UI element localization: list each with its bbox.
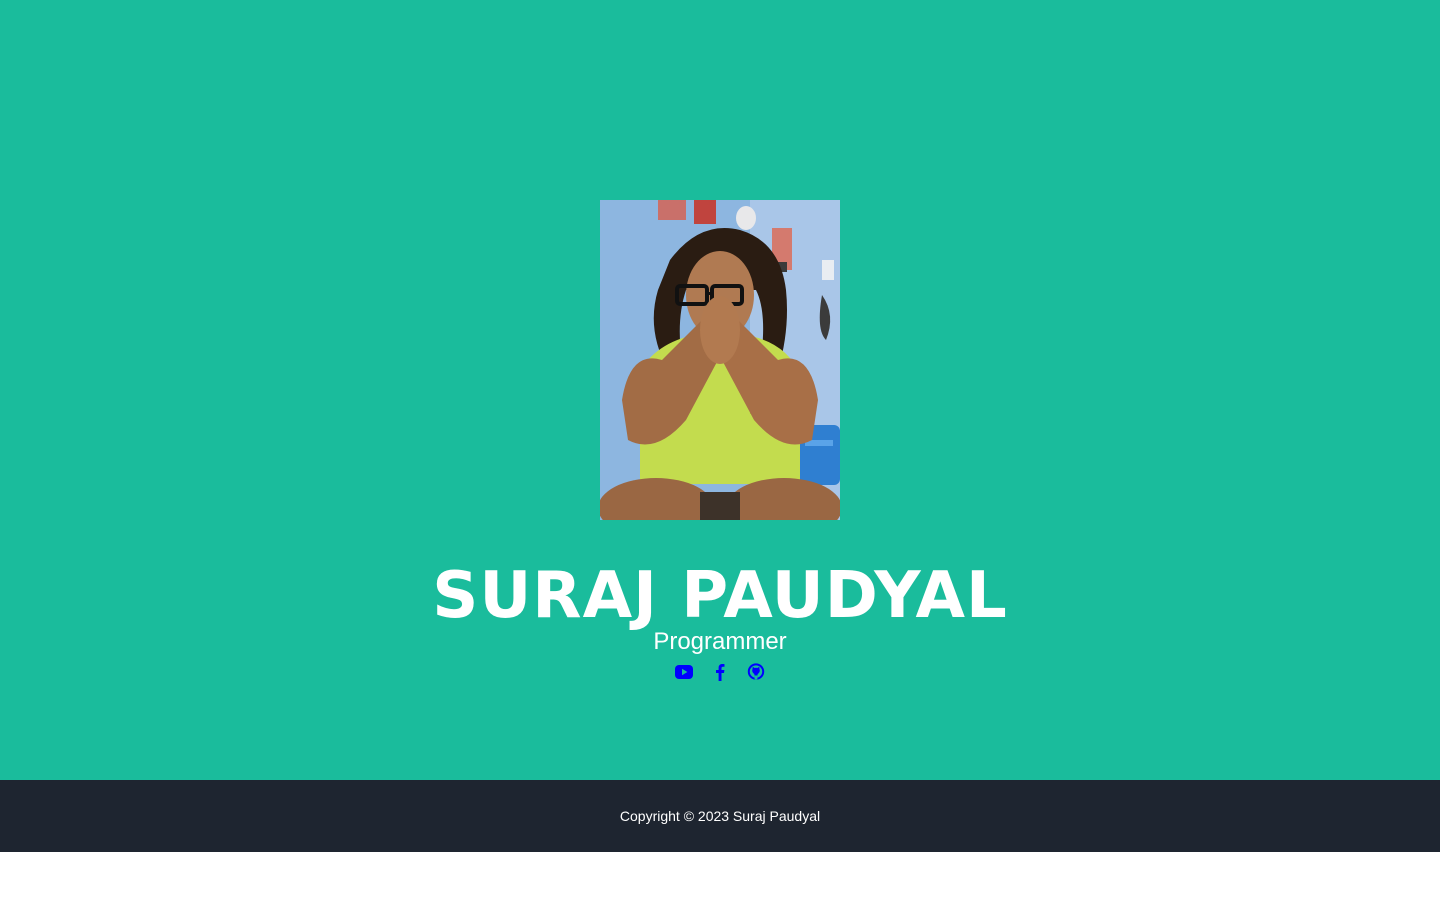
- youtube-icon: [675, 665, 693, 679]
- profile-photo: [600, 200, 840, 520]
- github-icon: [747, 663, 765, 680]
- profile-name: SURAJ PAUDYAL: [432, 559, 1008, 633]
- github-link[interactable]: [747, 663, 765, 681]
- social-links: [0, 660, 1440, 684]
- youtube-link[interactable]: [675, 663, 693, 681]
- copyright-text: Copyright © 2023 Suraj Paudyal: [619, 808, 821, 824]
- profile-role: Programmer: [653, 628, 787, 655]
- facebook-icon: [716, 664, 725, 681]
- facebook-link[interactable]: [711, 663, 729, 681]
